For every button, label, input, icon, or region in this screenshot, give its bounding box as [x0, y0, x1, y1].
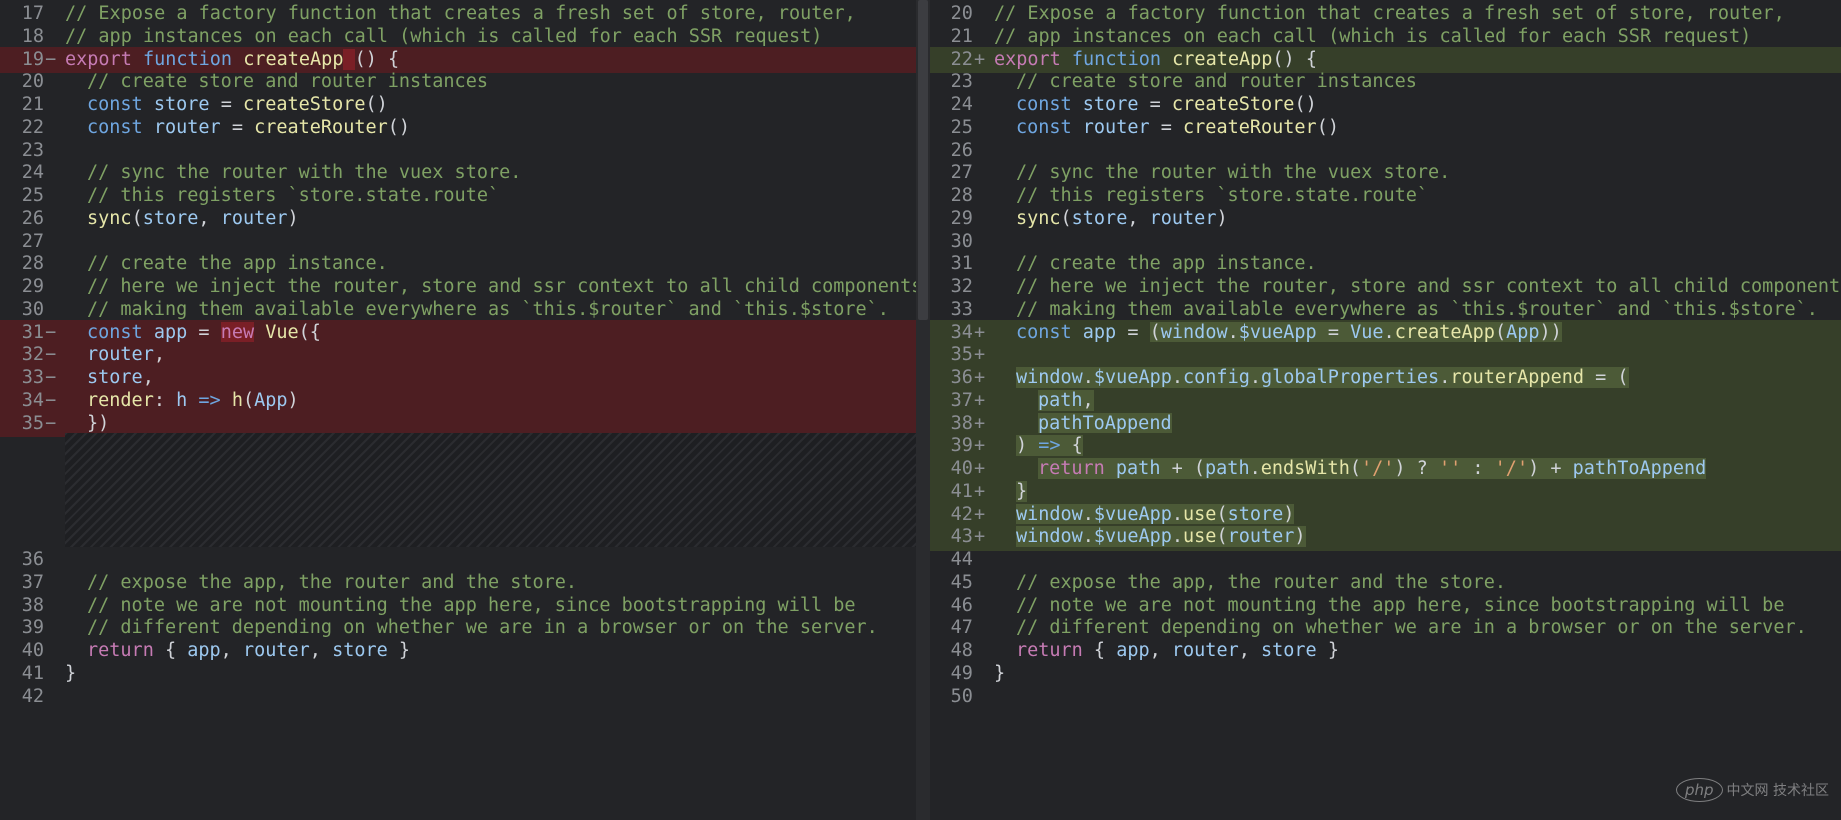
right-code-line[interactable]: 50 [930, 684, 1841, 711]
watermark-text: 中文网 技术社区 [1726, 783, 1829, 799]
modified-pane[interactable]: 20// Expose a factory function that crea… [929, 0, 1841, 820]
watermark: php 中文网 技术社区 [1675, 778, 1829, 802]
deletion-marker: − [45, 412, 57, 434]
line-number: 42 [21, 685, 44, 707]
line-number: 35 [21, 412, 44, 434]
diff-editor: 17// Expose a factory function that crea… [0, 0, 1841, 820]
line-number: 50 [950, 685, 973, 707]
php-logo-icon: php [1675, 778, 1723, 802]
original-pane[interactable]: 17// Expose a factory function that crea… [0, 0, 917, 820]
left-code-line[interactable]: 42 [0, 684, 916, 711]
pane-divider-scrollbar[interactable] [916, 0, 930, 820]
scrollbar-thumb[interactable] [918, 0, 929, 320]
diff-spacer-hatch [65, 433, 917, 547]
